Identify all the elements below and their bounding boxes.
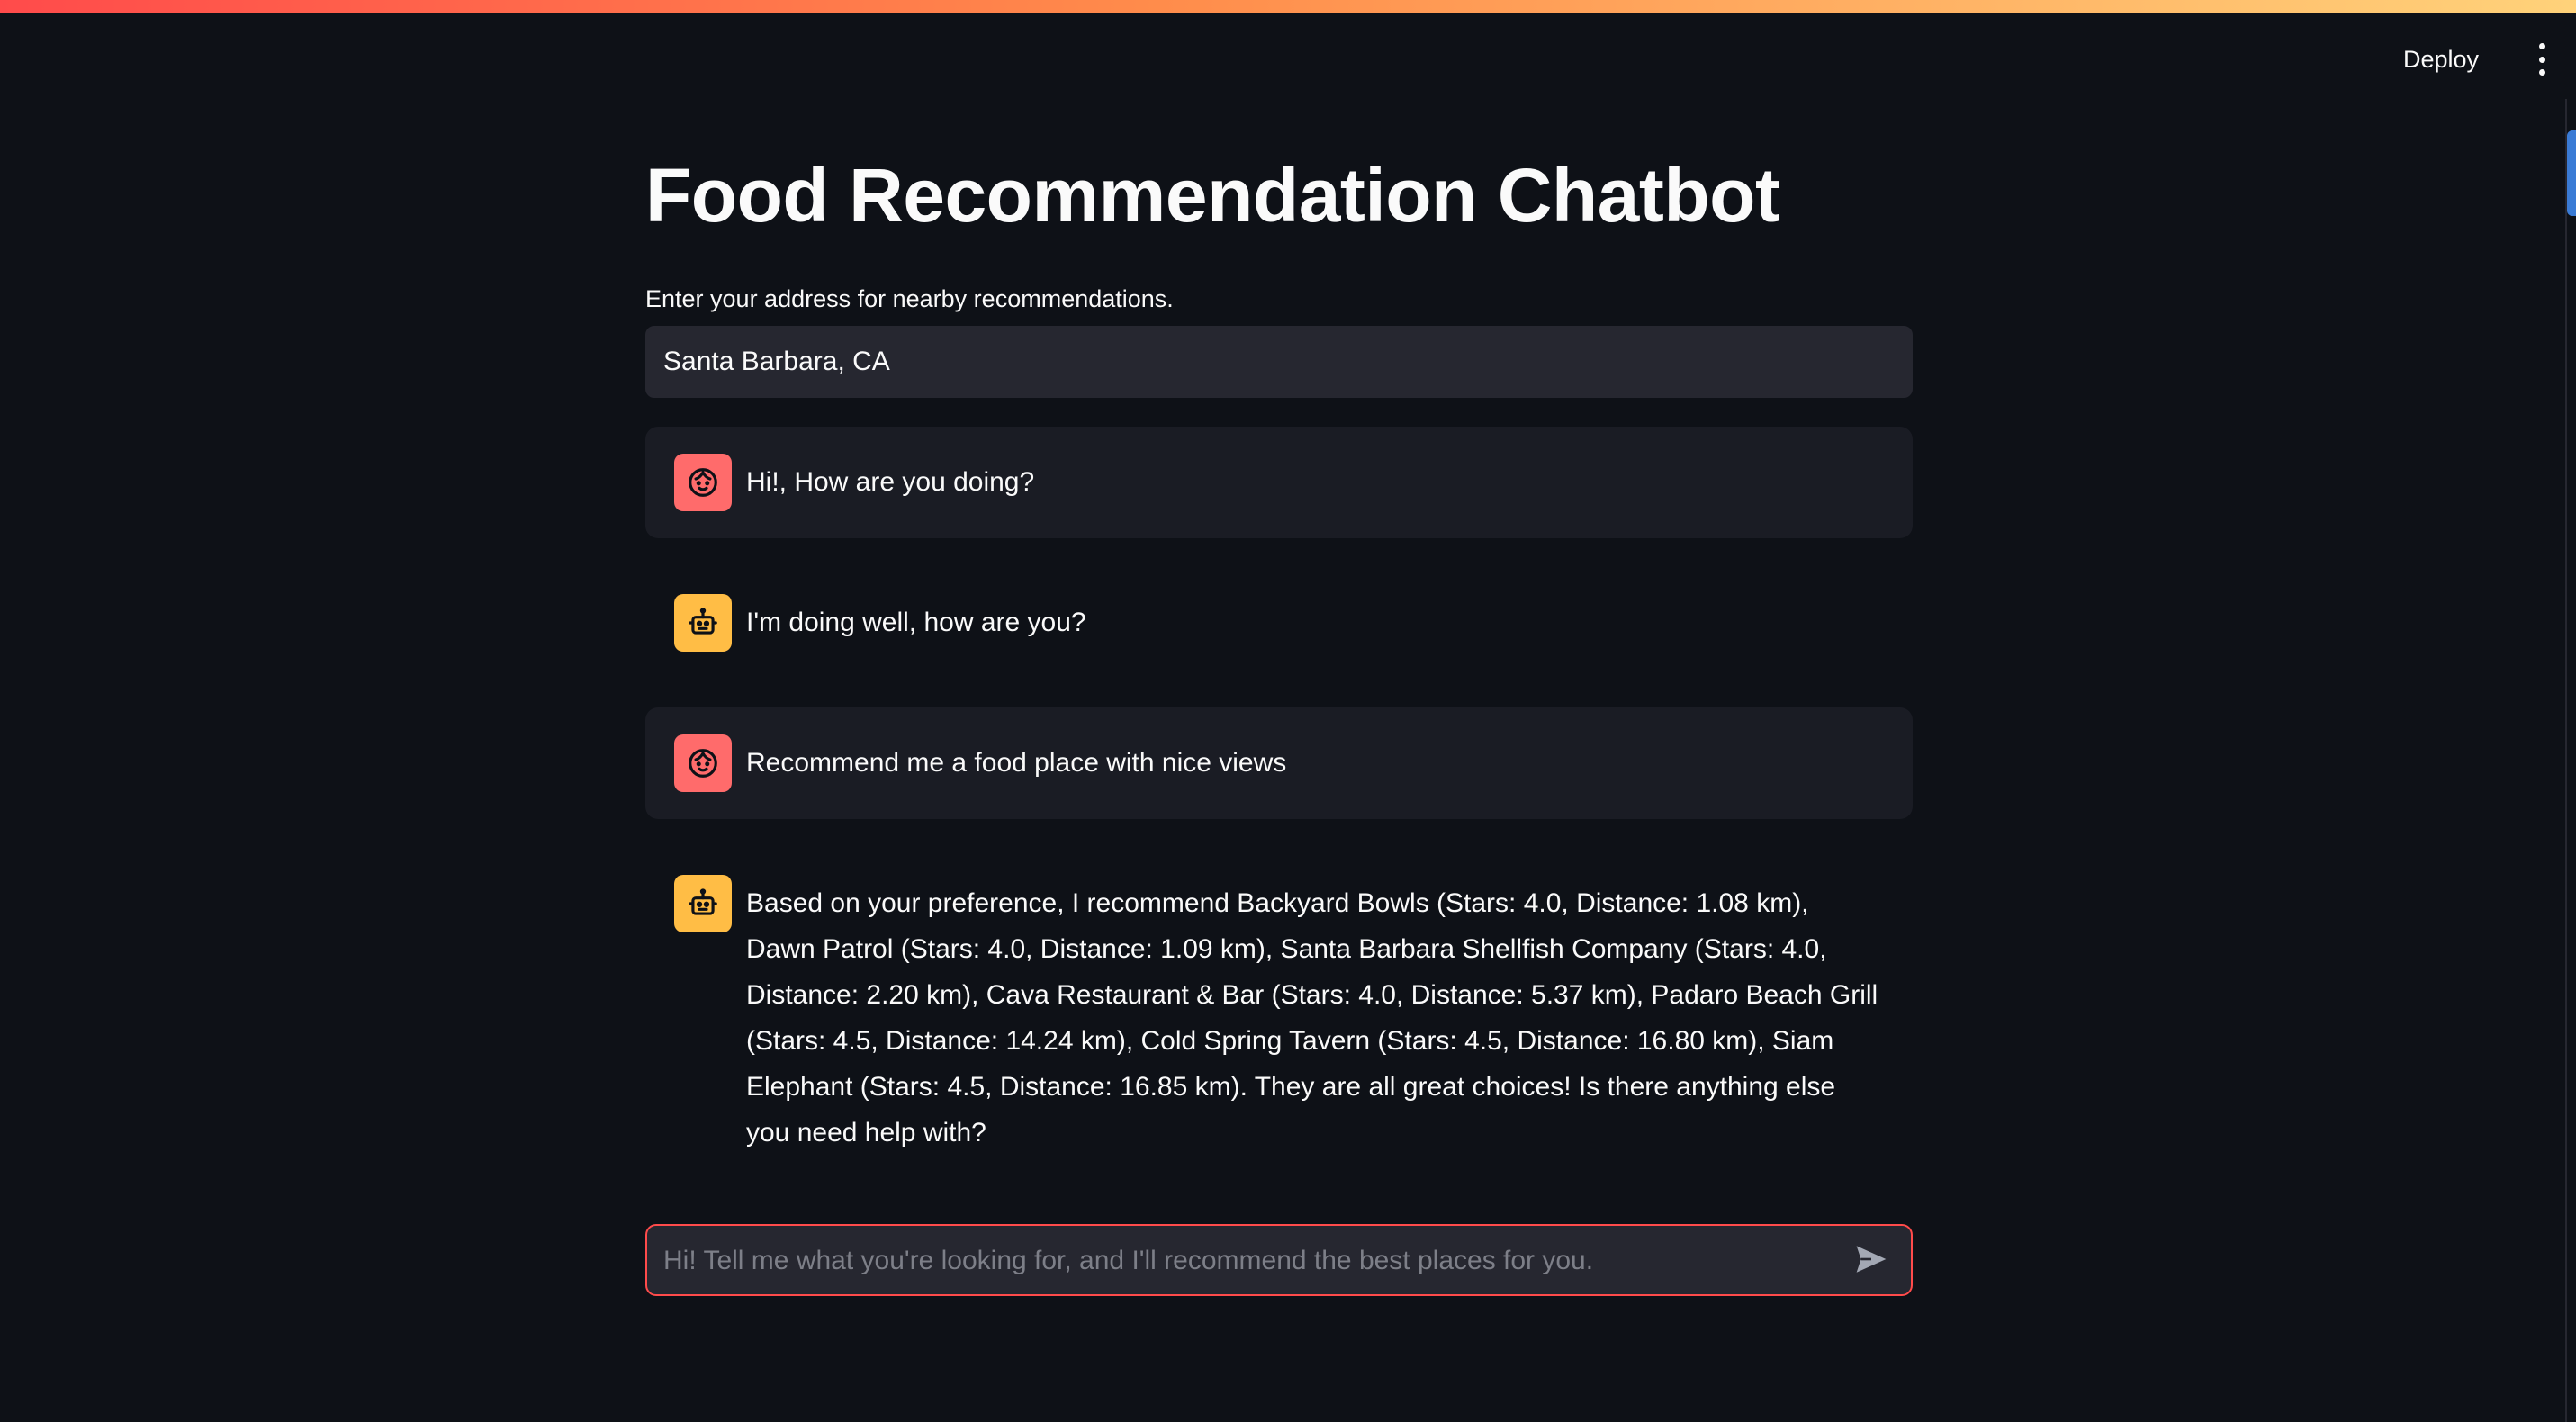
address-input[interactable]	[645, 326, 1913, 398]
main-content: Food Recommendation Chatbot Enter your a…	[645, 99, 1913, 1211]
scrollbar-thumb[interactable]	[2567, 130, 2576, 216]
top-decoration-stripe	[0, 0, 2576, 13]
robot-icon	[689, 888, 717, 915]
robot-icon	[689, 608, 717, 634]
assistant-avatar	[674, 875, 732, 932]
user-face-icon	[689, 468, 717, 497]
chat-message-assistant: Based on your preference, I recommend Ba…	[645, 848, 1913, 1183]
kebab-menu-icon[interactable]	[2531, 43, 2553, 76]
address-label: Enter your address for nearby recommenda…	[645, 285, 1174, 312]
chat-message-list: Hi!, How are you doing? I'm doing well, …	[645, 427, 1913, 1183]
chat-message-user: Recommend me a food place with nice view…	[645, 707, 1913, 819]
send-button[interactable]	[1851, 1242, 1891, 1278]
user-avatar	[674, 454, 732, 511]
user-avatar	[674, 734, 732, 792]
chat-message-assistant: I'm doing well, how are you?	[645, 567, 1913, 679]
deploy-button[interactable]: Deploy	[2387, 38, 2495, 81]
chat-message-text: Hi!, How are you doing?	[746, 467, 1035, 497]
app-header: Deploy	[0, 13, 2576, 99]
chat-input[interactable]	[662, 1226, 1826, 1296]
page-title: Food Recommendation Chatbot	[645, 153, 1780, 238]
chat-message-user: Hi!, How are you doing?	[645, 427, 1913, 538]
chat-message-text: Recommend me a food place with nice view…	[746, 748, 1287, 778]
menu-dot	[2538, 69, 2545, 76]
menu-dot	[2538, 56, 2545, 63]
chat-input-container	[645, 1224, 1913, 1296]
scrollbar-track[interactable]	[2567, 99, 2576, 1422]
send-icon	[1856, 1245, 1887, 1273]
menu-dot	[2538, 43, 2545, 50]
user-face-icon	[689, 749, 717, 778]
chat-message-text: Based on your preference, I recommend Ba…	[746, 888, 1878, 1148]
chat-message-text: I'm doing well, how are you?	[746, 608, 1086, 637]
assistant-avatar	[674, 594, 732, 652]
